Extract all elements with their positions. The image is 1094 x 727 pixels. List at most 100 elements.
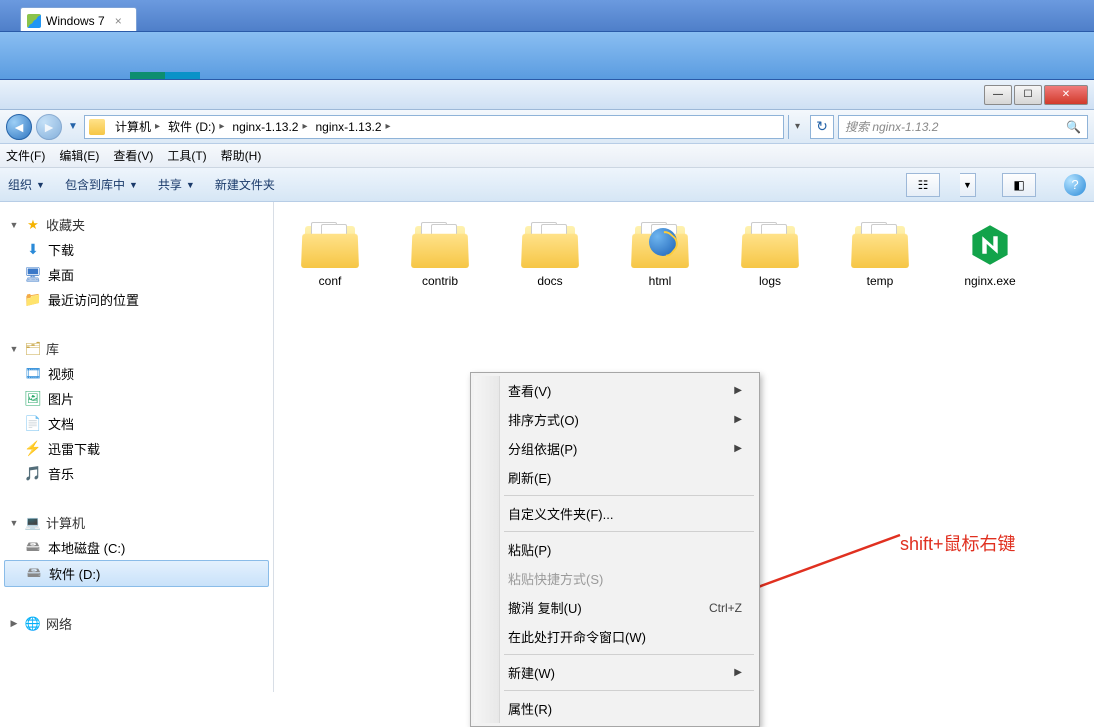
ctx-properties[interactable]: 属性(R) [474,694,756,723]
network-icon: 🌐 [24,616,42,632]
collapse-icon[interactable]: ▼ [8,344,20,354]
submenu-arrow-icon: ▶ [734,443,742,454]
host-tab-close-icon[interactable]: × [115,14,122,28]
view-mode-dropdown[interactable]: ▼ [960,173,976,197]
breadcrumb-seg[interactable]: 计算机▸ [111,116,164,138]
chevron-down-icon: ▼ [36,180,45,190]
collapse-icon[interactable]: ▼ [8,220,20,230]
document-icon: 📄 [24,416,42,432]
menu-bar: 文件(F) 编辑(E) 查看(V) 工具(T) 帮助(H) [0,144,1094,168]
recent-icon: 📁 [24,292,42,308]
separator [504,654,754,655]
sidebar-item-videos[interactable]: 🎞视频 [0,361,273,386]
sidebar-item-recent[interactable]: 📁最近访问的位置 [0,287,273,312]
menu-help[interactable]: 帮助(H) [221,147,262,164]
annotation-text: shift+鼠标右键 [900,530,1016,556]
chevron-right-icon: ▸ [219,121,224,132]
separator [504,690,754,691]
breadcrumb-dropdown[interactable]: ▾ [788,115,806,139]
ctx-new[interactable]: 新建(W)▶ [474,658,756,687]
search-icon[interactable]: 🔍 [1066,120,1081,134]
refresh-button[interactable]: ↻ [810,115,834,139]
file-item[interactable]: contrib [396,222,484,288]
window-minimize-button[interactable]: — [984,85,1012,105]
host-tab[interactable]: Windows 7 × [20,7,137,31]
view-mode-button[interactable]: ☷ [906,173,940,197]
sidebar-item-disk-c[interactable]: 🖴本地磁盘 (C:) [0,535,273,560]
sidebar-item-thunder[interactable]: ⚡迅雷下载 [0,436,273,461]
ctx-view[interactable]: 查看(V)▶ [474,376,756,405]
file-item[interactable]: html [616,222,704,288]
breadcrumb-seg[interactable]: 软件 (D:)▸ [164,116,228,138]
include-in-library-button[interactable]: 包含到库中▼ [65,176,138,193]
file-item[interactable]: nginx.exe [946,222,1034,288]
library-icon: 🗂 [24,341,42,357]
search-input[interactable]: 搜索 nginx-1.13.2 🔍 [838,115,1088,139]
folder-icon [521,222,579,268]
computer-icon: 💻 [24,515,42,531]
disk-icon: 🖴 [24,540,42,556]
help-button[interactable]: ? [1064,174,1086,196]
ctx-undo[interactable]: 撤消 复制(U)Ctrl+Z [474,593,756,622]
file-item[interactable]: logs [726,222,814,288]
chevron-right-icon: ▸ [155,121,160,132]
picture-icon: 🖼 [24,391,42,407]
ctx-refresh[interactable]: 刷新(E) [474,463,756,492]
file-item[interactable]: conf [286,222,374,288]
submenu-arrow-icon: ▶ [734,414,742,425]
window-titlebar[interactable]: — ☐ ✕ [0,80,1094,110]
sidebar-item-documents[interactable]: 📄文档 [0,411,273,436]
collapse-icon[interactable]: ▼ [8,518,20,528]
breadcrumb-seg[interactable]: nginx-1.13.2▸ [311,116,394,138]
sidebar-computer-header[interactable]: ▼💻计算机 [0,510,273,535]
ctx-customize[interactable]: 自定义文件夹(F)... [474,499,756,528]
music-icon: 🎵 [24,466,42,482]
sidebar-item-disk-d[interactable]: 🖴软件 (D:) [4,560,269,587]
folder-icon [89,119,105,135]
menu-file[interactable]: 文件(F) [6,147,45,164]
context-menu: 查看(V)▶ 排序方式(O)▶ 分组依据(P)▶ 刷新(E) 自定义文件夹(F)… [470,372,760,727]
separator [504,531,754,532]
breadcrumb-seg[interactable]: nginx-1.13.2▸ [228,116,311,138]
nav-history-dropdown[interactable]: ▼ [66,115,80,139]
sidebar-item-downloads[interactable]: ⬇下载 [0,237,273,262]
expand-icon[interactable]: ▶ [8,618,20,629]
chevron-right-icon: ▸ [386,121,391,132]
navigation-bar: ◄ ► ▼ 计算机▸ 软件 (D:)▸ nginx-1.13.2▸ nginx-… [0,110,1094,144]
sidebar-item-desktop[interactable]: 🖥桌面 [0,262,273,287]
menu-edit[interactable]: 编辑(E) [59,147,99,164]
menu-view[interactable]: 查看(V) [113,147,153,164]
ctx-paste[interactable]: 粘贴(P) [474,535,756,564]
organize-button[interactable]: 组织▼ [8,176,45,193]
sidebar-favorites-header[interactable]: ▼★收藏夹 [0,212,273,237]
file-name-label: logs [759,274,781,288]
folder-icon [411,222,469,268]
app-logo-fragment [130,72,200,80]
ctx-group[interactable]: 分组依据(P)▶ [474,434,756,463]
breadcrumb[interactable]: 计算机▸ 软件 (D:)▸ nginx-1.13.2▸ nginx-1.13.2… [84,115,784,139]
download-icon: ⬇ [24,242,42,258]
sidebar-item-pictures[interactable]: 🖼图片 [0,386,273,411]
file-item[interactable]: temp [836,222,924,288]
thunder-icon: ⚡ [24,441,42,457]
menu-tools[interactable]: 工具(T) [167,147,206,164]
nav-forward-button[interactable]: ► [36,114,62,140]
ctx-open-cmd[interactable]: 在此处打开命令窗口(W) [474,622,756,651]
nav-back-button[interactable]: ◄ [6,114,32,140]
file-item[interactable]: docs [506,222,594,288]
share-button[interactable]: 共享▼ [158,176,195,193]
sidebar-item-music[interactable]: 🎵音乐 [0,461,273,486]
submenu-arrow-icon: ▶ [734,667,742,678]
chevron-down-icon: ▼ [186,180,195,190]
window-close-button[interactable]: ✕ [1044,85,1088,105]
chevron-down-icon: ▼ [129,180,138,190]
ctx-paste-shortcut: 粘贴快捷方式(S) [474,564,756,593]
navigation-pane: ▼★收藏夹 ⬇下载 🖥桌面 📁最近访问的位置 ▼🗂库 🎞视频 🖼图片 📄文档 ⚡… [0,202,274,692]
ctx-sort[interactable]: 排序方式(O)▶ [474,405,756,434]
host-toolbar-area [0,32,1094,80]
sidebar-network-header[interactable]: ▶🌐网络 [0,611,273,636]
new-folder-button[interactable]: 新建文件夹 [215,176,275,193]
sidebar-libraries-header[interactable]: ▼🗂库 [0,336,273,361]
window-maximize-button[interactable]: ☐ [1014,85,1042,105]
preview-pane-button[interactable]: ◧ [1002,173,1036,197]
